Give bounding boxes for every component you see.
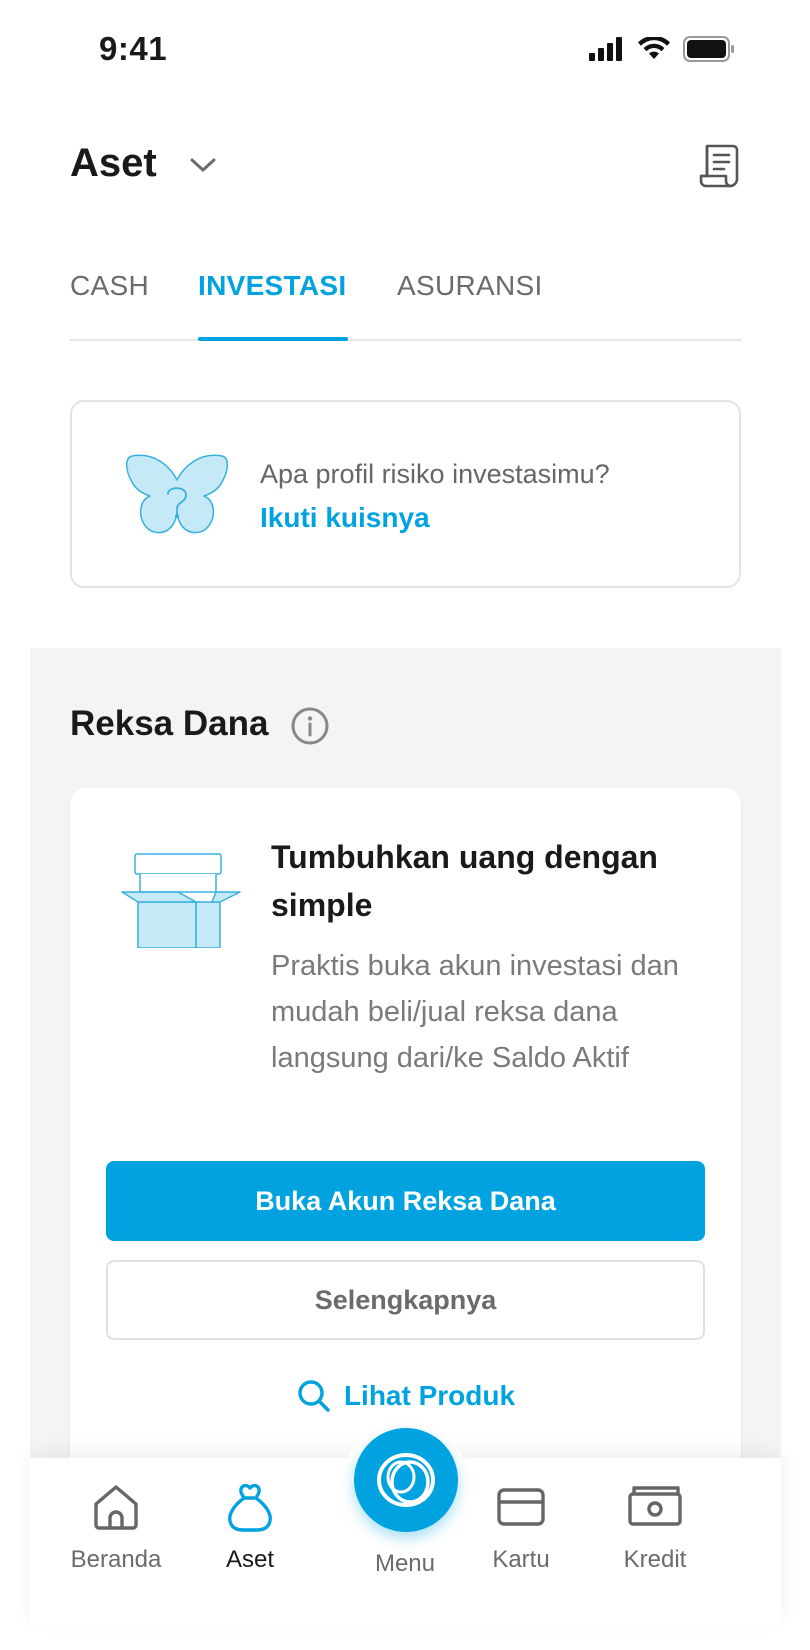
nav-item-kartu[interactable]: Kartu [451, 1480, 591, 1574]
tab-cash[interactable]: CASH [70, 270, 149, 302]
menu-logo-icon [377, 1453, 435, 1507]
nav-item-kredit[interactable]: Kredit [585, 1480, 725, 1574]
card-description: Praktis buka akun investasi dan mudah be… [271, 950, 679, 1074]
wifi-icon [638, 37, 670, 59]
card-icon [497, 1488, 545, 1526]
home-icon [94, 1485, 138, 1530]
page-header: Aset [70, 135, 740, 195]
nav-label: Aset [225, 1546, 275, 1573]
statement-document-icon[interactable] [698, 143, 740, 189]
info-icon[interactable] [290, 706, 330, 746]
search-icon [298, 1380, 330, 1412]
app-screen: 9:41 Aset CASH INVESTASI ASURANSI Apa pr… [0, 0, 810, 1650]
money-bag-icon [228, 1483, 272, 1532]
learn-more-button[interactable]: Selengkapnya [106, 1260, 705, 1340]
view-products-label: Lihat Produk [343, 1380, 516, 1411]
menu-logo-button[interactable] [354, 1428, 458, 1532]
status-time: 9:41 [99, 30, 168, 67]
open-mutual-fund-account-button[interactable]: Buka Akun Reksa Dana [106, 1161, 705, 1241]
butterfly-question-icon [126, 454, 228, 534]
nav-item-aset[interactable]: Aset [180, 1480, 320, 1574]
nav-label: Beranda [70, 1546, 162, 1573]
card-heading: Tumbuhkan uang dengan simple [271, 839, 658, 923]
reksa-dana-section: Reksa Dana Tumbuhkan uang dengan simple … [30, 648, 781, 1488]
tab-investasi[interactable]: INVESTASI [198, 270, 346, 302]
page-title[interactable]: Aset [70, 141, 157, 186]
status-icons [589, 36, 735, 62]
nav-item-beranda[interactable]: Beranda [46, 1480, 186, 1574]
chevron-down-icon[interactable] [187, 149, 219, 181]
take-quiz-link[interactable]: Ikuti kuisnya [260, 502, 430, 534]
section-title: Reksa Dana [70, 704, 269, 743]
bottom-navigation: Beranda Aset Menu Kartu Kredit [30, 1418, 781, 1626]
nav-label: Kredit [623, 1546, 687, 1573]
risk-question-text: Apa profil risiko investasimu? [260, 459, 610, 489]
asset-tabs: CASH INVESTASI ASURANSI [70, 255, 741, 341]
risk-profile-card[interactable]: Apa profil risiko investasimu? Ikuti kui… [70, 400, 741, 588]
nav-label: Kartu [492, 1546, 550, 1573]
view-products-link[interactable]: Lihat Produk [70, 1378, 741, 1414]
active-tab-indicator [198, 337, 348, 341]
cash-icon [628, 1486, 682, 1526]
reksa-dana-card: Tumbuhkan uang dengan simple Praktis buk… [70, 788, 741, 1488]
status-bar: 9:41 [0, 0, 810, 100]
signal-icon [589, 37, 622, 61]
tab-asuransi[interactable]: ASURANSI [397, 270, 543, 302]
open-box-icon [121, 853, 241, 948]
battery-icon [683, 36, 734, 62]
